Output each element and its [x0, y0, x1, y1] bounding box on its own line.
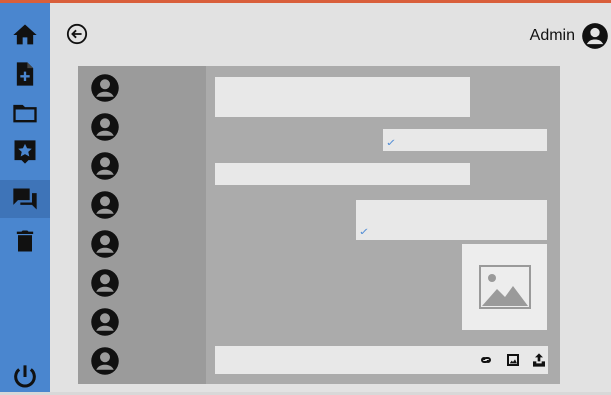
- sent-check-icon: ✓: [358, 227, 370, 238]
- message-composer: [215, 346, 548, 374]
- contact-avatar[interactable]: [90, 229, 120, 259]
- sidebar-item-logout[interactable]: [0, 359, 50, 395]
- user-avatar-icon: [91, 269, 119, 297]
- user-name: Admin: [529, 27, 575, 44]
- image-placeholder-icon: [478, 265, 531, 309]
- sidebar: [0, 3, 50, 392]
- contact-avatar[interactable]: [90, 190, 120, 220]
- bookmark-star-icon: [14, 140, 36, 164]
- incoming-message-bubble: [215, 163, 470, 185]
- user-avatar-icon: [91, 347, 119, 375]
- sidebar-item-folder[interactable]: [0, 95, 50, 131]
- image-message[interactable]: [462, 244, 547, 330]
- sidebar-item-home[interactable]: [0, 17, 50, 53]
- link-icon[interactable]: [478, 352, 494, 368]
- sidebar-item-trash[interactable]: [0, 223, 50, 259]
- sidebar-item-flagged[interactable]: [0, 134, 50, 170]
- user-menu[interactable]: Admin: [530, 21, 609, 51]
- home-icon: [13, 24, 37, 45]
- incoming-message-bubble: [215, 77, 470, 117]
- contact-avatar[interactable]: [90, 307, 120, 337]
- contact-avatar[interactable]: [90, 112, 120, 142]
- message-input[interactable]: [223, 350, 477, 372]
- image-icon[interactable]: [505, 352, 521, 368]
- outgoing-message-bubble: ✓: [383, 129, 547, 151]
- sidebar-item-chat[interactable]: [0, 180, 50, 218]
- user-avatar-icon: [582, 23, 608, 49]
- contact-avatar[interactable]: [90, 151, 120, 181]
- arrow-left-circle-icon: [66, 23, 88, 45]
- contact-avatar[interactable]: [90, 346, 120, 376]
- trash-icon: [16, 230, 34, 252]
- sidebar-item-new-file[interactable]: [0, 56, 50, 92]
- user-avatar-icon: [91, 152, 119, 180]
- contact-list: [78, 66, 206, 384]
- contact-avatar[interactable]: [90, 268, 120, 298]
- main-area: Admin ✓ ✓: [50, 3, 611, 392]
- sent-check-icon: ✓: [385, 138, 397, 149]
- back-button[interactable]: [66, 23, 88, 45]
- user-avatar-icon: [91, 74, 119, 102]
- upload-icon[interactable]: [531, 352, 547, 368]
- user-avatar-icon: [91, 230, 119, 258]
- folder-icon: [13, 104, 37, 123]
- power-icon: [14, 365, 36, 388]
- user-avatar-icon: [91, 308, 119, 336]
- file-plus-icon: [16, 62, 34, 86]
- user-avatar-icon: [91, 191, 119, 219]
- chat-icon: [13, 188, 37, 210]
- outgoing-message-bubble: ✓: [356, 200, 547, 240]
- user-avatar-icon: [91, 113, 119, 141]
- chat-panel: ✓ ✓: [78, 66, 560, 384]
- contact-avatar[interactable]: [90, 73, 120, 103]
